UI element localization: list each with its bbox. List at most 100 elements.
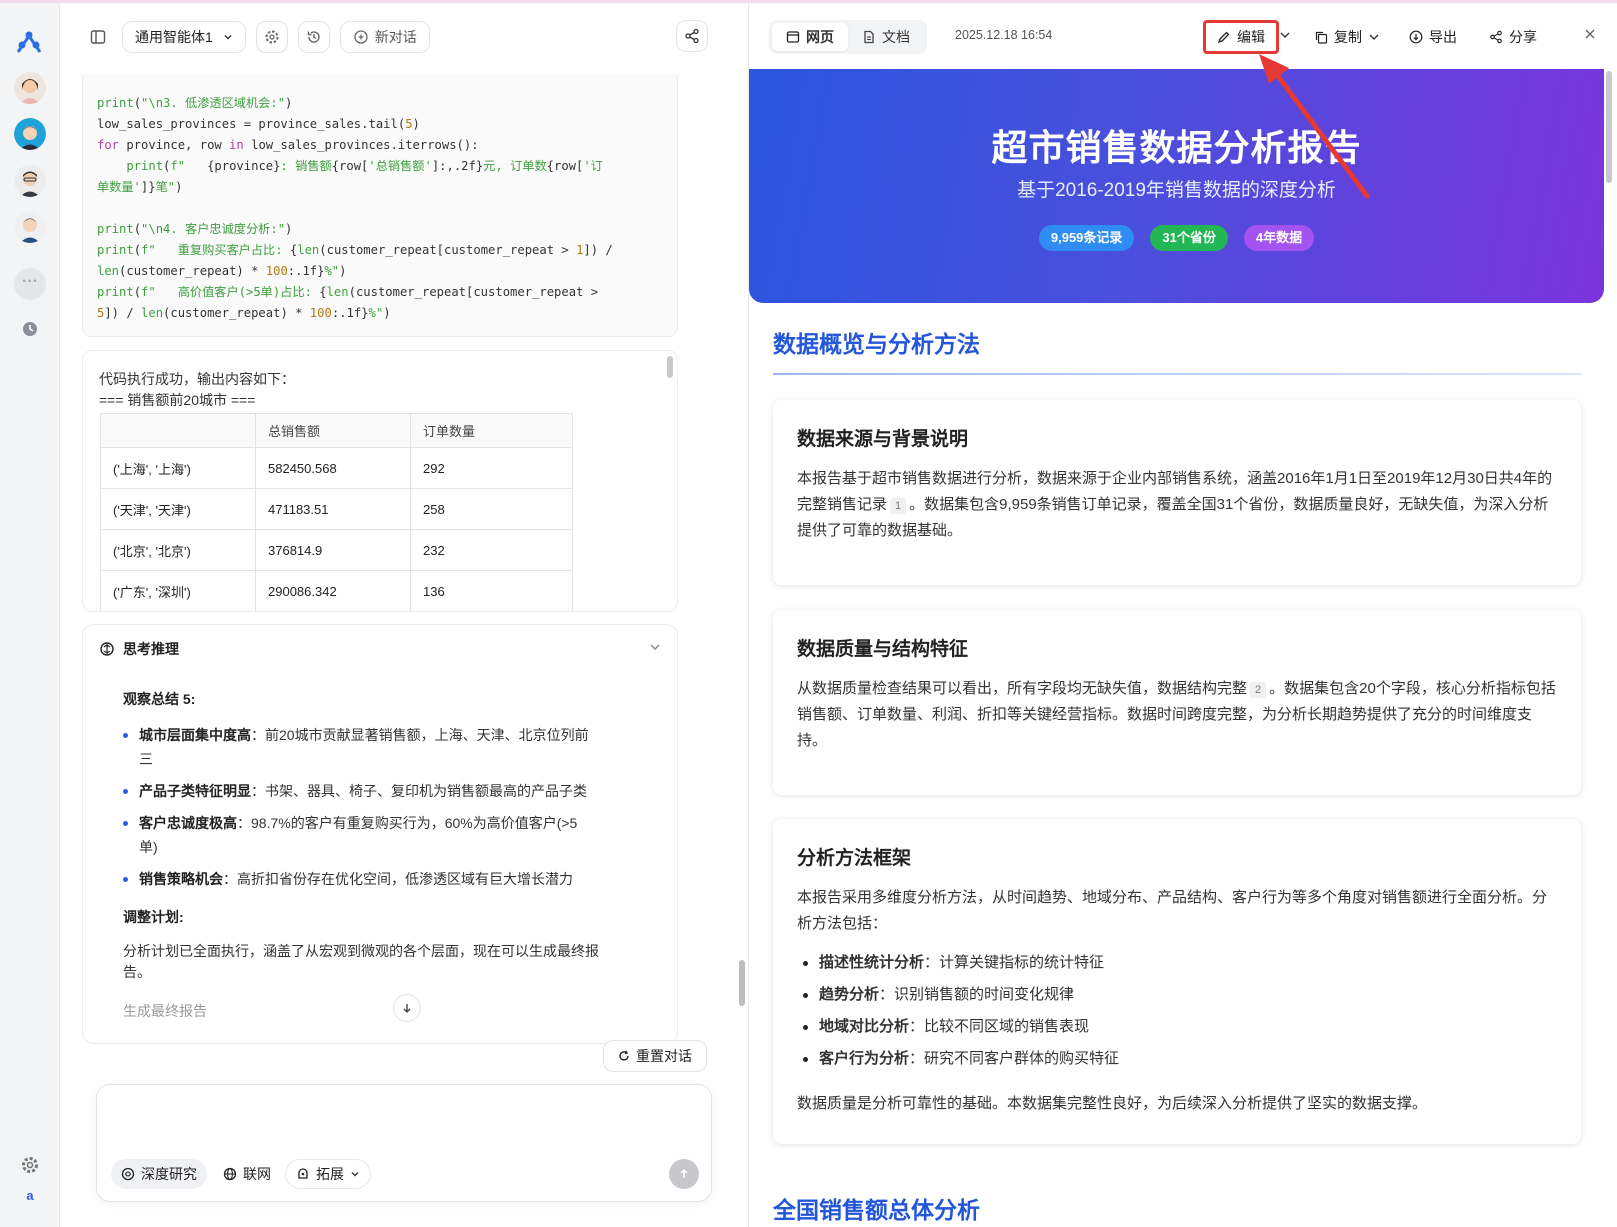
code-line: print(f" 高价值客户(>5单)占比: {len(customer_rep… (97, 285, 599, 299)
code-line: print("\n3. 低渗透区域机会:") (97, 96, 293, 110)
stat-badge: 9,959条记录 (1038, 225, 1135, 251)
agent-avatar-4[interactable] (14, 211, 46, 243)
table-header-row: 总销售额 订单数量 (100, 413, 573, 448)
chat-toolbar: 通用智能体1 新对话 (84, 19, 430, 55)
table-row: ('广东', '深圳') 290086.342 136 (100, 570, 573, 611)
card-text: 本报告基于超市销售数据进行分析，数据来源于企业内部销售系统，涵盖2016年1月1… (797, 470, 1553, 539)
report-preview-panel: 网页 文档 2025.12.18 16:54 编辑 复制 导出 分享 超市销售数… (748, 3, 1617, 1227)
chat-history-button[interactable] (297, 21, 330, 53)
chevron-down-icon (1369, 34, 1379, 40)
content-card: 数据来源与背景说明 本报告基于超市销售数据进行分析，数据来源于企业内部销售系统，… (773, 400, 1581, 585)
preview-toolbar: 网页 文档 2025.12.18 16:54 编辑 复制 导出 分享 (749, 3, 1617, 69)
thinking-title: 思考推理 (123, 641, 179, 657)
research-icon (121, 1167, 135, 1181)
card-title: 数据来源与背景说明 (797, 429, 969, 450)
final-report-status: 生成最终报告 (123, 1003, 207, 1019)
tab-document[interactable]: 文档 (848, 23, 924, 51)
list-item: 销售策略机会：高折扣省份存在优化空间，低渗透区域有巨大增长潜力 (123, 867, 593, 891)
report-subtitle: 基于2016-2019年销售数据的深度分析 (1017, 180, 1336, 201)
chat-plus-icon (354, 30, 368, 44)
deep-research-label: 深度研究 (141, 1166, 197, 1182)
extend-dropdown[interactable]: 拓展 (285, 1159, 371, 1189)
plan-text: 分析计划已全面执行，涵盖了从宏观到微观的各个层面，现在可以生成最终报告。 (123, 943, 599, 980)
export-button[interactable]: 导出 (1409, 27, 1457, 47)
table-cell (411, 612, 573, 613)
code-line: 5]) / len(customer_repeat) * 100:.1f}%") (97, 306, 391, 320)
message-input[interactable] (111, 1097, 699, 1147)
agent-avatar-3[interactable] (14, 165, 46, 197)
new-chat-label: 新对话 (374, 29, 417, 45)
code-line: print(f" 重复购买客户占比: {len(customer_repeat[… (97, 243, 613, 257)
table-cell: ('广东', '深圳') (100, 570, 256, 611)
card-text: 从数据质量检查结果可以看出，所有字段均无缺失值，数据结构完整 2 。数据集包含20个… (797, 680, 1556, 749)
share-label: 分享 (1509, 29, 1537, 45)
table-cell: 471183.51 (255, 488, 411, 530)
history-clock-icon[interactable] (22, 321, 38, 337)
agent-avatar-1[interactable] (14, 72, 46, 104)
output-scrollbar[interactable] (667, 356, 673, 378)
reset-chat-button[interactable]: 重置对话 (603, 1040, 707, 1072)
close-icon[interactable] (1583, 27, 1597, 41)
list-item: 城市层面集中度高：前20城市贡献显著销售额，上海、天津、北京位列前三 (123, 723, 593, 771)
web-search-toggle[interactable]: 联网 (213, 1159, 281, 1189)
observation-list: 城市层面集中度高：前20城市贡献显著销售额，上海、天津、北京位列前三 产品子类特… (123, 723, 593, 899)
table-cell: 258 (410, 488, 573, 530)
brain-icon (100, 642, 114, 656)
history-icon (307, 31, 320, 43)
refresh-icon (619, 1050, 629, 1061)
edit-label: 编辑 (1237, 29, 1265, 45)
code-line: 单数量']}笔") (97, 180, 183, 194)
download-icon (1409, 30, 1423, 44)
chevron-down-icon (351, 1172, 359, 1177)
view-tabs: 网页 文档 (769, 20, 927, 54)
section-divider (773, 373, 1581, 375)
copy-button[interactable]: 复制 (1315, 27, 1380, 47)
new-chat-button[interactable]: 新对话 (339, 21, 430, 53)
table-cell (256, 612, 411, 613)
edit-dropdown-chevron-icon[interactable] (1279, 29, 1291, 41)
app-rail: ··· a (0, 3, 60, 1227)
chat-share-button[interactable] (676, 20, 708, 52)
agent-selector-label: 通用智能体1 (135, 29, 213, 45)
citation-ref[interactable]: 1 (890, 498, 907, 514)
copy-icon (1315, 31, 1328, 44)
section-title: 数据概览与分析方法 (773, 331, 980, 357)
arrow-down-icon (403, 1004, 411, 1013)
sidebar-toggle-icon[interactable] (84, 23, 112, 51)
send-button[interactable] (669, 1159, 699, 1189)
code-line: for province, row in low_sales_provinces… (97, 138, 479, 152)
collapse-chevron-icon[interactable] (649, 641, 661, 653)
agent-settings-button[interactable] (255, 21, 288, 53)
code-line: low_sales_provinces = province_sales.tai… (97, 117, 420, 131)
code-block: print("\n3. 低渗透区域机会:") low_sales_province… (82, 75, 678, 337)
tab-web[interactable]: 网页 (772, 23, 848, 51)
report-hero-banner: 超市销售数据分析报告 基于2016-2019年销售数据的深度分析 9,959条记… (749, 69, 1604, 303)
thinking-header[interactable]: 思考推理 (99, 639, 179, 659)
deep-research-toggle[interactable]: 深度研究 (111, 1159, 207, 1189)
citation-ref[interactable]: 2 (1250, 682, 1267, 698)
share-icon (685, 28, 699, 44)
app-logo-icon[interactable] (14, 27, 44, 57)
scroll-down-button[interactable] (393, 994, 421, 1022)
web-search-label: 联网 (243, 1166, 271, 1182)
card-text: 数据质量是分析可靠性的基础。本数据集完整性良好，为后续深入分析提供了坚实的数据支… (797, 1095, 1428, 1112)
code-line: print("\n4. 客户忠诚度分析:") (97, 222, 293, 236)
edit-button[interactable]: 编辑 (1203, 20, 1279, 54)
agent-selector[interactable]: 通用智能体1 (122, 21, 246, 53)
user-initial[interactable]: a (20, 1188, 40, 1208)
chat-scrollbar[interactable] (739, 960, 745, 1006)
more-agents-icon[interactable]: ··· (14, 268, 46, 300)
share-report-button[interactable]: 分享 (1489, 27, 1537, 47)
scrollbar-thumb[interactable] (1606, 71, 1612, 183)
agent-avatar-2[interactable] (14, 118, 46, 150)
stat-badge: 31个省份 (1150, 225, 1228, 251)
list-item: 客户行为分析：研究不同客户群体的购买特征 (797, 1049, 1119, 1069)
table-cell: 290086.342 (255, 570, 411, 611)
section-title: 全国销售额总体分析 (773, 1197, 980, 1223)
stat-badges: 9,959条记录 31个省份 4年数据 (749, 225, 1604, 251)
settings-gear-icon[interactable] (20, 1155, 40, 1175)
arrow-up-icon (680, 1168, 688, 1178)
table-cell: 292 (410, 447, 573, 489)
preview-scrollbar[interactable] (1605, 69, 1613, 1227)
